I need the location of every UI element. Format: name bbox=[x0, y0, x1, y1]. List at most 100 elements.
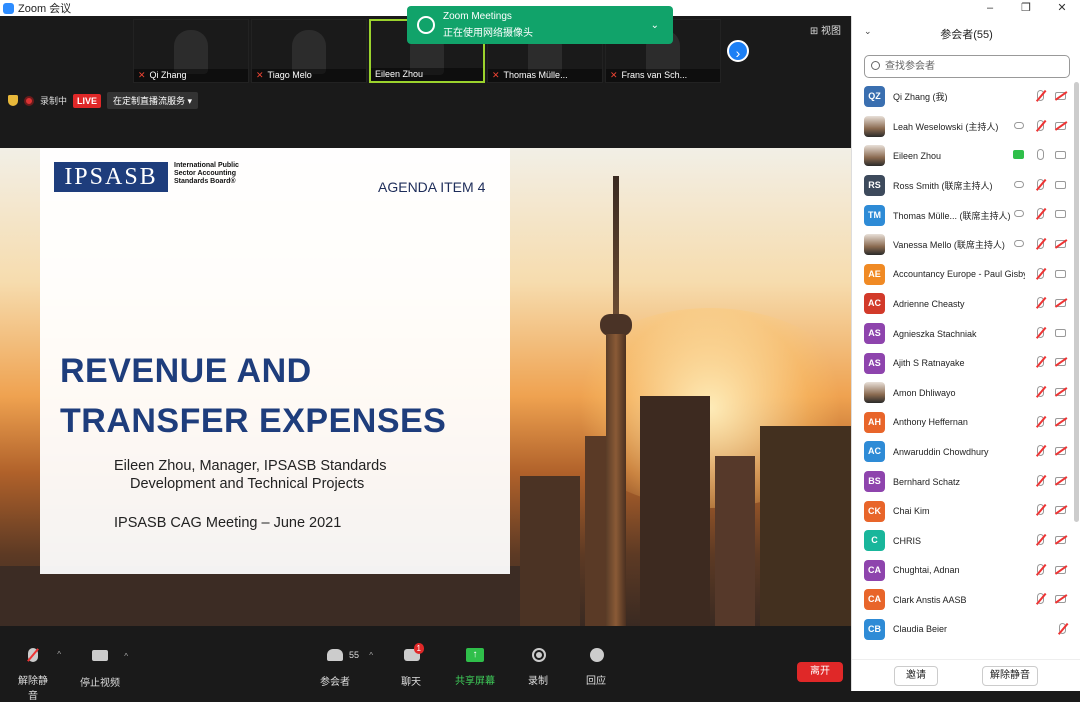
video-off-icon bbox=[1055, 565, 1066, 574]
muted-mic-icon[interactable] bbox=[1037, 445, 1044, 457]
participant-row[interactable]: Eileen Zhou bbox=[852, 141, 1074, 171]
participant-row[interactable]: AC Adrienne Cheasty bbox=[852, 289, 1074, 319]
chevron-up-icon[interactable]: ^ bbox=[124, 652, 128, 661]
video-thumbnail[interactable]: ✕ Qi Zhang bbox=[133, 19, 249, 83]
record-button[interactable]: 录制 bbox=[527, 646, 549, 687]
participant-row[interactable]: AS Agnieszka Stachniak bbox=[852, 319, 1074, 349]
avatar: CK bbox=[864, 500, 885, 522]
avatar: QZ bbox=[864, 86, 885, 108]
participant-name: Ajith S Ratnayake bbox=[893, 358, 965, 369]
participant-row[interactable]: Vanessa Mello (联席主持人) bbox=[852, 230, 1074, 260]
zoom-logo-icon bbox=[3, 2, 14, 14]
maximize-button[interactable]: ❐ bbox=[1008, 0, 1044, 16]
muted-mic-icon[interactable] bbox=[1059, 622, 1066, 634]
skyline-building bbox=[520, 476, 580, 626]
participant-row[interactable]: C CHRIS bbox=[852, 526, 1074, 556]
muted-mic-icon[interactable] bbox=[1037, 208, 1044, 220]
next-page-arrow-icon[interactable]: › bbox=[727, 40, 749, 62]
close-button[interactable]: ✕ bbox=[1044, 0, 1080, 16]
participant-row[interactable]: Leah Weselowski (主持人) bbox=[852, 112, 1074, 142]
participants-panel-footer: 邀请 解除静音 bbox=[852, 659, 1080, 691]
video-off-icon bbox=[1055, 595, 1066, 604]
muted-mic-icon[interactable] bbox=[1037, 533, 1044, 545]
participant-name: Amon Dhliwayo bbox=[893, 387, 956, 398]
chevron-down-icon[interactable]: ⌄ bbox=[651, 20, 659, 31]
view-button[interactable]: ⊞ 视图 bbox=[810, 22, 841, 37]
muted-mic-icon[interactable] bbox=[1037, 356, 1044, 368]
muted-mic-icon[interactable] bbox=[1037, 297, 1044, 309]
unmute-all-button[interactable]: 解除静音 bbox=[982, 666, 1038, 686]
muted-mic-icon[interactable] bbox=[1037, 474, 1044, 486]
leave-button[interactable]: 离开 bbox=[797, 662, 843, 682]
muted-mic-icon[interactable] bbox=[1037, 385, 1044, 397]
muted-mic-icon[interactable] bbox=[1037, 178, 1044, 190]
chevron-up-icon[interactable]: ^ bbox=[369, 651, 373, 660]
participant-row[interactable]: CA Chughtai, Adnan bbox=[852, 556, 1074, 586]
participants-button[interactable]: 55 ^ 参会者 bbox=[320, 646, 373, 688]
participant-row[interactable]: AC Anwaruddin Chowdhury bbox=[852, 437, 1074, 467]
logo-subtitle: International Public Sector Accounting S… bbox=[174, 162, 239, 185]
avatar: TM bbox=[864, 204, 885, 226]
minimize-button[interactable]: – bbox=[972, 0, 1008, 16]
thumbnail-name: Thomas Mülle... bbox=[503, 70, 568, 80]
muted-mic-icon[interactable] bbox=[1037, 90, 1044, 101]
participant-row[interactable]: QZ Qi Zhang (我) bbox=[852, 82, 1074, 112]
participant-row[interactable]: AE Accountancy Europe - Paul Gisby bbox=[852, 260, 1074, 290]
muted-mic-icon[interactable] bbox=[1037, 326, 1044, 338]
muted-mic-icon[interactable] bbox=[1037, 563, 1044, 575]
muted-mic-icon bbox=[28, 648, 38, 662]
participant-name: Ross Smith (联席主持人) bbox=[893, 181, 993, 192]
video-icon bbox=[1055, 269, 1066, 278]
video-off-icon bbox=[1055, 387, 1066, 396]
participant-name: Eileen Zhou bbox=[893, 150, 942, 161]
participant-name: Anthony Heffernan bbox=[893, 417, 968, 428]
muted-mic-icon[interactable] bbox=[1037, 237, 1044, 249]
muted-mic-icon[interactable] bbox=[1037, 593, 1044, 605]
muted-mic-icon[interactable] bbox=[1037, 504, 1044, 516]
cloud-icon bbox=[1014, 180, 1024, 188]
chat-button[interactable]: 1 聊天 bbox=[400, 643, 424, 688]
unmute-button[interactable]: ^ 解除静音 bbox=[15, 646, 61, 702]
mic-icon[interactable] bbox=[1037, 149, 1044, 161]
chevron-up-icon[interactable]: ^ bbox=[57, 650, 61, 659]
participant-row[interactable]: CB Claudia Beier bbox=[852, 615, 1074, 645]
chat-badge: 1 bbox=[413, 643, 424, 654]
avatar: AS bbox=[864, 352, 885, 374]
video-off-icon bbox=[1055, 535, 1066, 544]
participant-row[interactable]: RS Ross Smith (联席主持人) bbox=[852, 171, 1074, 201]
stop-video-button[interactable]: ^ 停止视频 bbox=[80, 646, 128, 689]
participant-list-scrollbar[interactable] bbox=[1074, 82, 1079, 522]
live-stream-dropdown[interactable]: 在定制直播流服务 ▾ bbox=[107, 92, 199, 109]
participant-row[interactable]: CK Chai Kim bbox=[852, 496, 1074, 526]
participant-row[interactable]: CA Clark Anstis AASB bbox=[852, 585, 1074, 615]
video-camera-icon bbox=[92, 650, 108, 661]
muted-mic-icon[interactable] bbox=[1037, 415, 1044, 427]
shield-icon[interactable] bbox=[8, 95, 18, 106]
notification-message: 正在使用网络摄像头 bbox=[443, 28, 533, 39]
video-thumbnail[interactable]: ✕ Tiago Melo bbox=[251, 19, 367, 83]
participant-search-input[interactable]: 查找参会者 bbox=[864, 55, 1070, 78]
record-icon bbox=[532, 648, 546, 662]
share-screen-button[interactable]: ↑ 共享屏幕 bbox=[455, 646, 495, 687]
thumbnail-name: Tiago Melo bbox=[267, 70, 312, 80]
muted-mic-icon[interactable] bbox=[1037, 267, 1044, 279]
headline-line-1: REVENUE AND bbox=[60, 352, 312, 390]
avatar: AS bbox=[864, 323, 885, 345]
webcam-notification[interactable]: Zoom Meetings 正在使用网络摄像头 ⌄ bbox=[407, 6, 673, 44]
participants-label: 参会者 bbox=[320, 677, 350, 688]
slide-text-panel: IPSASB International Public Sector Accou… bbox=[40, 148, 510, 574]
live-stream-label: 在定制直播流服务 bbox=[113, 96, 186, 106]
slide-headline: REVENUE AND TRANSFER EXPENSES bbox=[60, 346, 446, 446]
participant-row[interactable]: AS Ajith S Ratnayake bbox=[852, 348, 1074, 378]
participant-row[interactable]: Amon Dhliwayo bbox=[852, 378, 1074, 408]
video-icon bbox=[1055, 328, 1066, 337]
participant-name: Adrienne Cheasty bbox=[893, 298, 965, 309]
participant-row[interactable]: TM Thomas Mülle... (联席主持人) bbox=[852, 200, 1074, 230]
reactions-button[interactable]: 回应 bbox=[585, 646, 607, 687]
cn-tower-spire bbox=[613, 176, 619, 316]
muted-mic-icon[interactable] bbox=[1037, 119, 1044, 131]
invite-button[interactable]: 邀请 bbox=[894, 666, 938, 686]
participant-row[interactable]: BS Bernhard Schatz bbox=[852, 467, 1074, 497]
video-off-icon bbox=[1055, 506, 1066, 515]
participant-row[interactable]: AH Anthony Heffernan bbox=[852, 408, 1074, 438]
